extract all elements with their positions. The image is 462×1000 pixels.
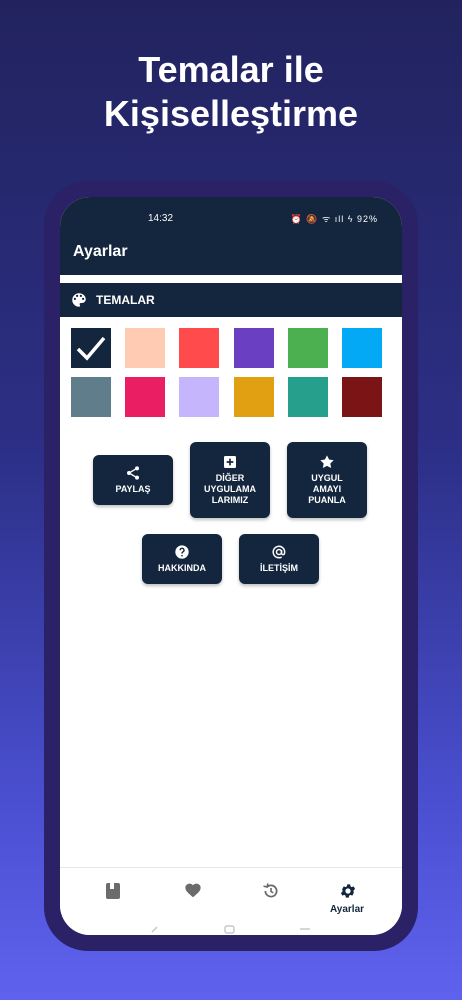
status-time: 14:32: [148, 213, 174, 224]
phone-screen: 14:32 ⏰ 🔕 ᯤ ıll ϟ 92% Ayarlar TEMALAR PA…: [60, 197, 402, 935]
help-icon: [175, 545, 189, 559]
app-bar: Ayarlar: [60, 231, 402, 275]
rate-app-label: UYGUL AMAYI PUANLA: [308, 473, 346, 505]
history-icon: [263, 883, 278, 898]
nav-item-settings[interactable]: Ayarlar: [317, 878, 377, 918]
checkmark-icon: [76, 336, 106, 361]
at-icon: [272, 545, 286, 559]
themes-section-title: TEMALAR: [96, 293, 155, 307]
other-apps-button[interactable]: DİĞER UYGULAMA LARIMIZ: [190, 442, 270, 518]
about-label: HAKKINDA: [158, 563, 206, 573]
phone-frame: 14:32 ⏰ 🔕 ᯤ ıll ϟ 92% Ayarlar TEMALAR PA…: [44, 181, 418, 951]
theme-swatch[interactable]: [342, 377, 382, 417]
battery-level: 92%: [356, 214, 378, 224]
theme-swatch[interactable]: [179, 328, 219, 368]
theme-swatch[interactable]: [288, 377, 328, 417]
other-apps-label: DİĞER UYGULAMA LARIMIZ: [204, 473, 256, 505]
gesture-bar: [151, 925, 310, 934]
about-button[interactable]: HAKKINDA: [142, 534, 222, 584]
theme-swatch[interactable]: [234, 377, 274, 417]
heart-icon: [185, 883, 201, 898]
theme-swatch[interactable]: [288, 328, 328, 368]
add-box-icon: [224, 456, 236, 468]
divider: [60, 275, 402, 283]
headline-line-1: Temalar ile: [138, 49, 324, 90]
nav-item-history[interactable]: [240, 878, 300, 918]
headline-line-2: Kişiselleştirme: [103, 93, 359, 134]
theme-swatch[interactable]: [71, 377, 111, 417]
theme-swatch[interactable]: [71, 328, 111, 368]
gear-icon: [340, 884, 356, 898]
contact-label: İLETİŞİM: [260, 563, 298, 573]
themes-section-header: TEMALAR: [60, 283, 402, 317]
share-label: PAYLAŞ: [115, 484, 151, 494]
theme-swatch[interactable]: [342, 328, 382, 368]
status-indicator-icons: ⏰ 🔕 ᯤ ıll ϟ: [290, 214, 354, 224]
palette-icon: [72, 293, 86, 307]
headline: Temalar ile Kişiselleştirme: [0, 48, 462, 136]
theme-swatch[interactable]: [125, 377, 165, 417]
nav-item-favorites[interactable]: [162, 878, 222, 918]
nav-item-settings-label: Ayarlar: [329, 904, 365, 915]
contact-button[interactable]: İLETİŞİM: [239, 534, 319, 584]
theme-swatch[interactable]: [125, 328, 165, 368]
status-icons: ⏰ 🔕 ᯤ ıll ϟ 92%: [291, 212, 378, 225]
page-title: Ayarlar: [73, 243, 128, 260]
theme-swatch[interactable]: [179, 377, 219, 417]
book-icon: [106, 883, 120, 899]
share-icon: [127, 466, 139, 480]
star-icon: [320, 455, 334, 468]
share-button[interactable]: PAYLAŞ: [93, 455, 173, 505]
rate-app-button[interactable]: UYGUL AMAYI PUANLA: [287, 442, 367, 518]
status-bar: 14:32 ⏰ 🔕 ᯤ ıll ϟ 92%: [60, 197, 402, 231]
theme-swatch[interactable]: [234, 328, 274, 368]
nav-item-books[interactable]: [83, 878, 143, 918]
